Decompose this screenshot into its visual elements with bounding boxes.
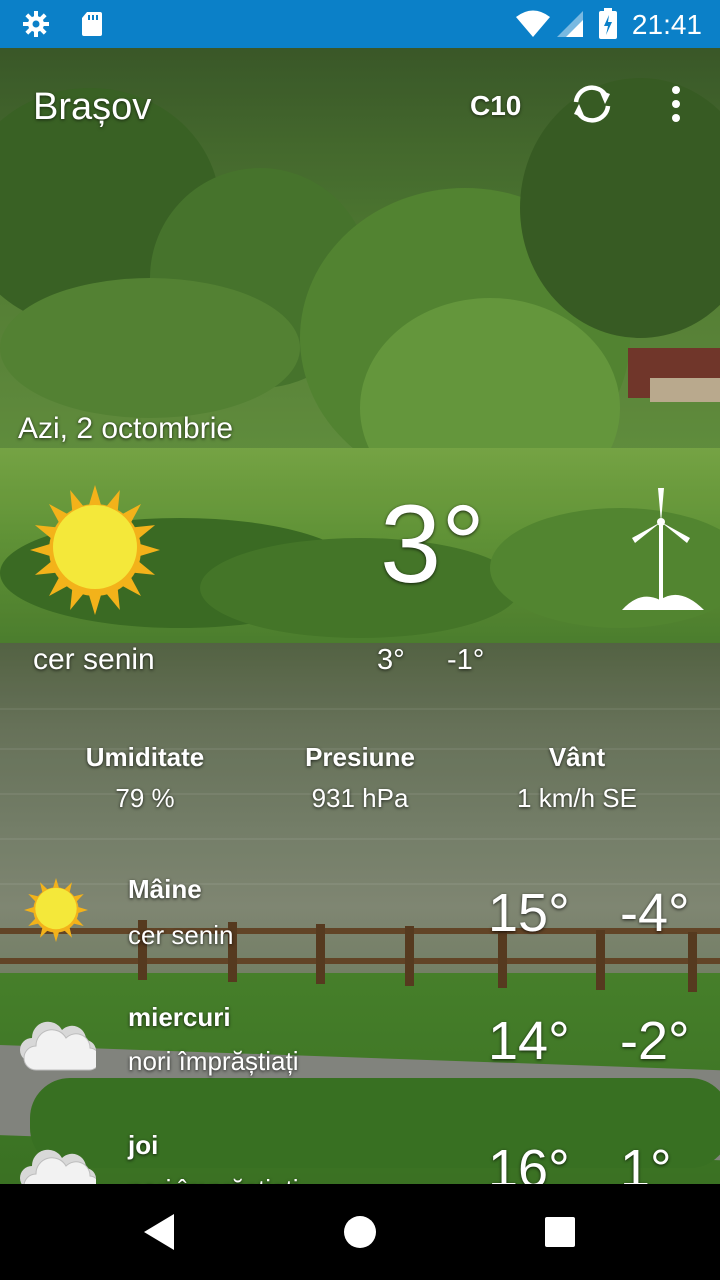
battery-icon [599, 8, 617, 39]
forecast-description: nori împrăștiați [128, 1046, 299, 1076]
cloud-icon [20, 1149, 96, 1184]
forecast-min-temp: -4° [620, 883, 690, 943]
sun-icon [30, 485, 160, 615]
wind-value: 1 km/h SE [517, 783, 637, 813]
forecast-min-temp: 1° [620, 1139, 672, 1184]
city-title[interactable]: Brașov [33, 86, 151, 129]
forecast-row[interactable]: Mâine cer senin 15° -4° [0, 870, 720, 998]
forecast-description: cer senin [128, 920, 234, 950]
sd-card-icon [82, 12, 102, 36]
pressure-stat: Presiune 931 hPa [260, 742, 460, 814]
cloud-icon [20, 1021, 96, 1071]
today-max-temp: 3° [377, 644, 405, 676]
wind-stat: Vânt 1 km/h SE [477, 742, 677, 814]
refresh-icon[interactable] [568, 80, 616, 128]
settings-gear-icon [23, 11, 49, 37]
navigation-bar [0, 1184, 720, 1280]
pressure-label: Presiune [305, 742, 415, 772]
today-condition: cer senin [33, 643, 155, 676]
forecast-max-temp: 15° [488, 883, 570, 943]
forecast-max-temp: 16° [488, 1139, 570, 1184]
home-icon[interactable] [336, 1208, 384, 1256]
today-min-temp: -1° [447, 644, 485, 676]
station-code-button[interactable]: C10 [470, 90, 521, 122]
status-time: 21:41 [631, 9, 702, 40]
back-icon[interactable] [136, 1208, 184, 1256]
forecast-description: nori împrăștiați [128, 1174, 299, 1184]
forecast-max-temp: 14° [488, 1011, 570, 1071]
forecast-day: miercuri [128, 1002, 231, 1032]
forecast-row[interactable]: miercuri nori împrăștiați 14° -2° [0, 998, 720, 1126]
wifi-icon [516, 10, 550, 37]
current-temperature: 3° [380, 483, 486, 606]
recents-icon[interactable] [536, 1208, 584, 1256]
forecast-day: Mâine [128, 874, 202, 904]
forecast-row[interactable]: joi nori împrăștiați 16° 1° [0, 1126, 720, 1184]
forecast-day: joi [128, 1130, 159, 1160]
forecast-min-temp: -2° [620, 1011, 690, 1071]
humidity-value: 79 % [115, 783, 175, 813]
status-bar: 21:41 [0, 0, 720, 48]
today-date: Azi, 2 octombrie [18, 412, 234, 445]
overflow-menu-icon[interactable] [660, 80, 692, 128]
wind-turbine-icon [622, 488, 704, 610]
wind-label: Vânt [548, 742, 606, 772]
humidity-label: Umiditate [85, 742, 205, 772]
pressure-value: 931 hPa [311, 783, 409, 813]
humidity-stat: Umiditate 79 % [45, 742, 245, 814]
sun-icon [24, 878, 88, 942]
signal-icon [557, 11, 583, 37]
